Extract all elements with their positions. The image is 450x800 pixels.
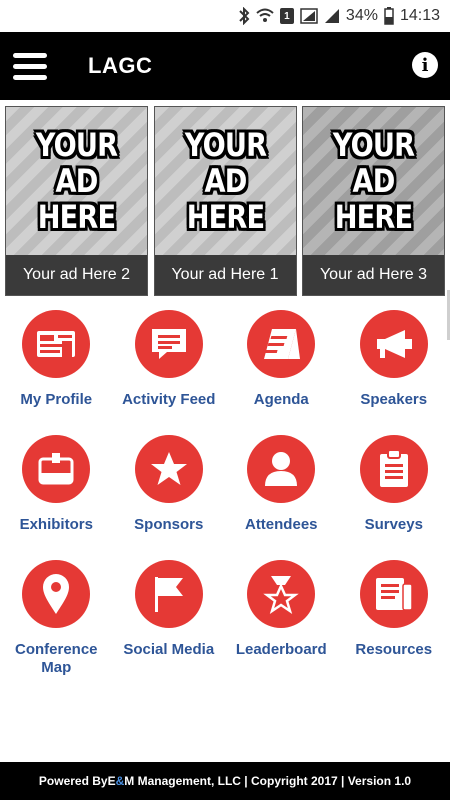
tile-conference-map[interactable]: Conference Map	[0, 560, 112, 685]
signal-bars-icon	[324, 8, 340, 24]
ad-tile[interactable]: YOUR AD HERE Your ad Here 2	[5, 106, 148, 296]
battery-icon	[384, 7, 394, 25]
tile-label: Surveys	[364, 516, 423, 533]
person-icon	[265, 452, 298, 486]
ad-tile[interactable]: YOUR AD HERE Your ad Here 1	[153, 106, 297, 296]
tile-speakers[interactable]: Speakers	[338, 310, 450, 435]
tile-leaderboard[interactable]: Leaderboard	[225, 560, 337, 685]
clipboard-icon	[379, 449, 408, 487]
profile-card-icon	[37, 331, 76, 357]
tile-label: Speakers	[360, 391, 428, 408]
bluetooth-icon	[238, 7, 250, 25]
tile-label: Sponsors	[134, 516, 204, 533]
tile-attendees[interactable]: Attendees	[225, 435, 337, 560]
footer-company-amp: &	[115, 774, 125, 788]
chat-bubble-icon	[151, 329, 186, 359]
clock: 14:13	[399, 7, 440, 24]
tile-agenda[interactable]: Agenda	[225, 310, 337, 435]
tile-my-profile[interactable]: My Profile	[0, 310, 112, 435]
ad-banner-row: YOUR AD HERE Your ad Here 2 YOUR AD HERE You…	[5, 106, 445, 296]
tile-activity-feed[interactable]: Activity Feed	[113, 310, 225, 435]
feature-grid: My Profile Activity Feed Agenda Speakers…	[0, 310, 450, 685]
tile-label: Attendees	[244, 516, 318, 533]
tile-label: Exhibitors	[19, 516, 93, 533]
ad-headline: YOUR AD HERE	[184, 126, 266, 236]
sim-icon: 1	[279, 8, 294, 24]
tile-surveys[interactable]: Surveys	[338, 435, 450, 560]
folder-icon	[375, 578, 413, 611]
tile-label: Activity Feed	[122, 391, 216, 408]
ad-tile[interactable]: YOUR AD HERE Your ad Here 3	[302, 106, 445, 296]
badge-icon	[38, 453, 74, 485]
tile-resources[interactable]: Resources	[338, 560, 450, 685]
star-icon	[150, 452, 187, 485]
flag-icon	[154, 577, 183, 612]
info-icon[interactable]: i	[412, 52, 438, 78]
footer-company-e: E	[107, 774, 116, 788]
trophy-star-icon	[263, 576, 299, 614]
tile-social-media[interactable]: Social Media	[113, 560, 225, 685]
map-pin-icon	[43, 574, 70, 614]
wifi-icon	[256, 8, 274, 24]
footer-powered-by: Powered By	[38, 774, 108, 788]
footer-company-m: M	[124, 774, 135, 788]
tile-label: Leaderboard	[235, 641, 327, 658]
signal-icon	[300, 8, 318, 24]
footer: Powered By E & M Management, LLC | Copyrig…	[0, 762, 450, 800]
tile-label: Resources	[355, 641, 433, 658]
tile-label: My Profile	[20, 391, 93, 408]
ad-caption: Your ad Here 3	[303, 255, 444, 295]
battery-percent: 34%	[345, 7, 378, 24]
tile-label: Conference Map	[14, 641, 98, 676]
ad-headline: YOUR AD HERE	[35, 126, 118, 236]
tile-label: Agenda	[253, 391, 309, 408]
megaphone-icon	[376, 330, 412, 358]
tile-exhibitors[interactable]: Exhibitors	[0, 435, 112, 560]
tile-sponsors[interactable]: Sponsors	[113, 435, 225, 560]
hamburger-menu-icon[interactable]	[0, 32, 60, 100]
ad-caption: Your ad Here 2	[6, 255, 147, 295]
ad-headline: YOUR AD HERE	[332, 126, 415, 236]
app-title: LAGC	[88, 53, 153, 78]
agenda-sign-icon	[264, 329, 301, 359]
tile-label: Social Media	[123, 641, 215, 658]
footer-copyright: Management, LLC | Copyright 2017 | Versi…	[134, 774, 412, 788]
status-bar: 1 34% 14:13	[0, 0, 450, 32]
app-bar: LAGC i	[0, 32, 450, 100]
ad-caption: Your ad Here 1	[154, 255, 296, 295]
